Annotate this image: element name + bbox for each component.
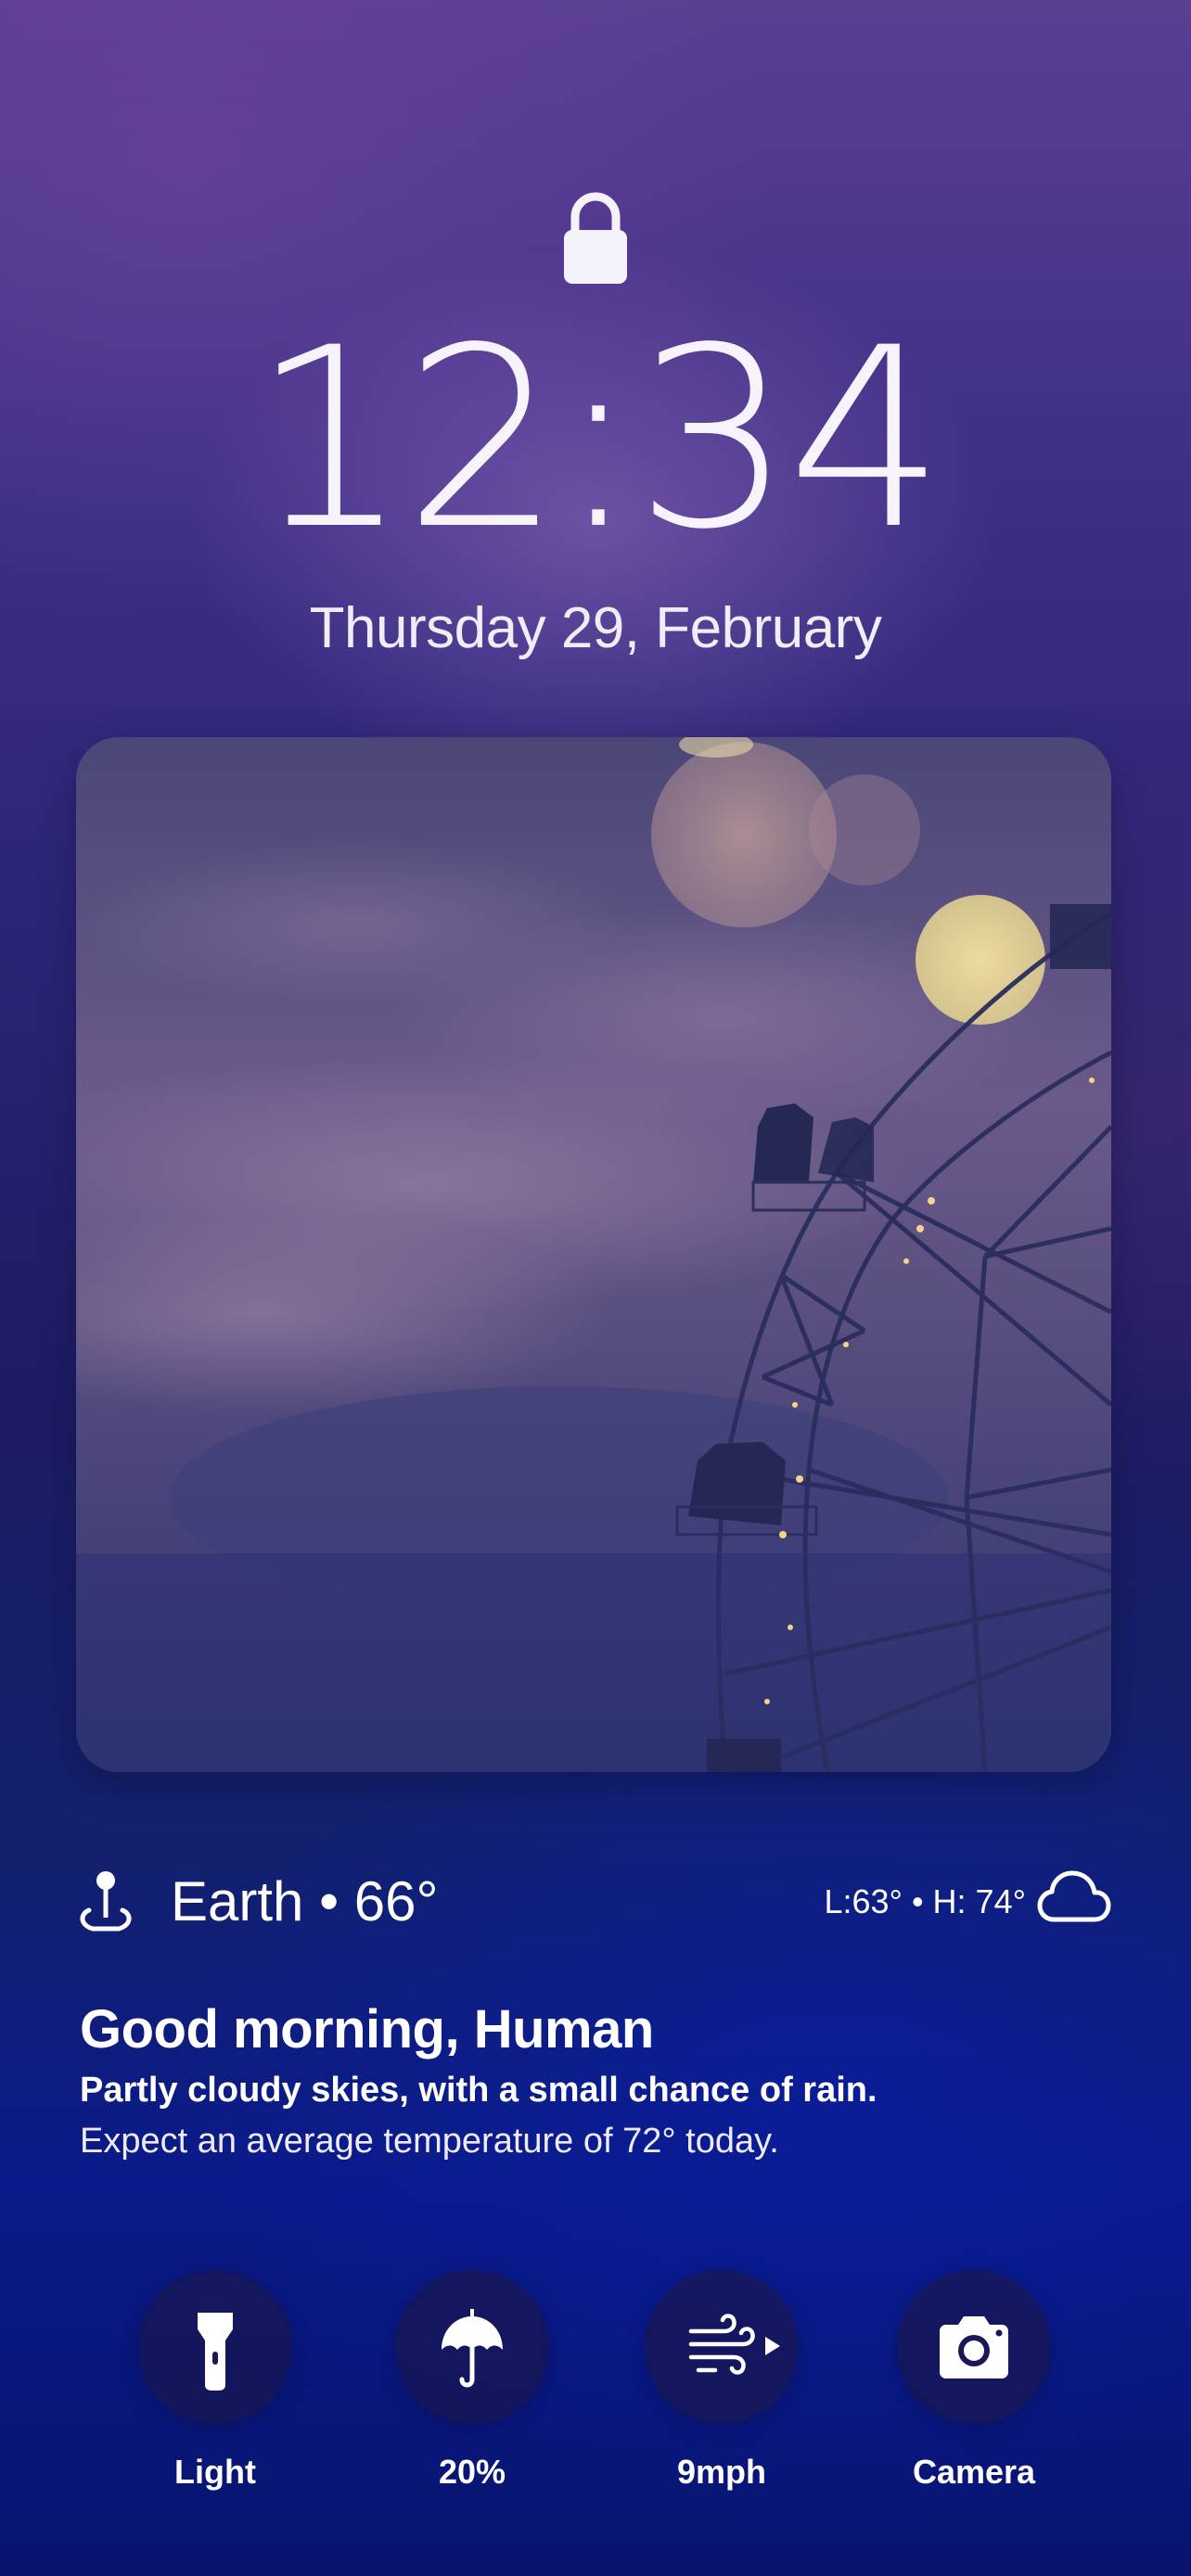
rain-chance-button[interactable] [395, 2270, 549, 2424]
forecast-summary: Partly cloudy skies, with a small chance… [80, 2071, 877, 2110]
greeting-title: Good morning, Human [80, 1999, 654, 2060]
wind-icon [688, 2314, 780, 2375]
camera-icon [940, 2316, 1008, 2378]
wind-button[interactable] [645, 2270, 799, 2424]
location-pin-icon [80, 1871, 132, 1932]
camera-label: Camera [912, 2453, 1036, 2491]
cloud-icon [1037, 1870, 1111, 1922]
rain-chance-label: 20% [438, 2453, 506, 2491]
camera-button[interactable] [897, 2270, 1051, 2424]
ferris-wheel-photo [76, 737, 1111, 1772]
light-label: Light [174, 2453, 256, 2491]
flashlight-icon [198, 2313, 233, 2391]
forecast-detail: Expect an average temperature of 72° tod… [80, 2122, 779, 2161]
lock-date: Thursday 29, February [309, 596, 882, 660]
wind-speed-label: 9mph [676, 2453, 766, 2491]
lock-icon [564, 192, 627, 284]
weather-location: Earth • 66° [171, 1870, 439, 1932]
lock-time: 12:34 [250, 295, 945, 584]
weather-low-high: L:63° • H: 74° [824, 1882, 1026, 1920]
photo-widget[interactable] [76, 737, 1111, 1772]
weather-row[interactable]: Earth • 66° L:63° • H: 74° [76, 1864, 1111, 1938]
light-button[interactable] [138, 2270, 292, 2424]
umbrella-icon [442, 2309, 503, 2388]
